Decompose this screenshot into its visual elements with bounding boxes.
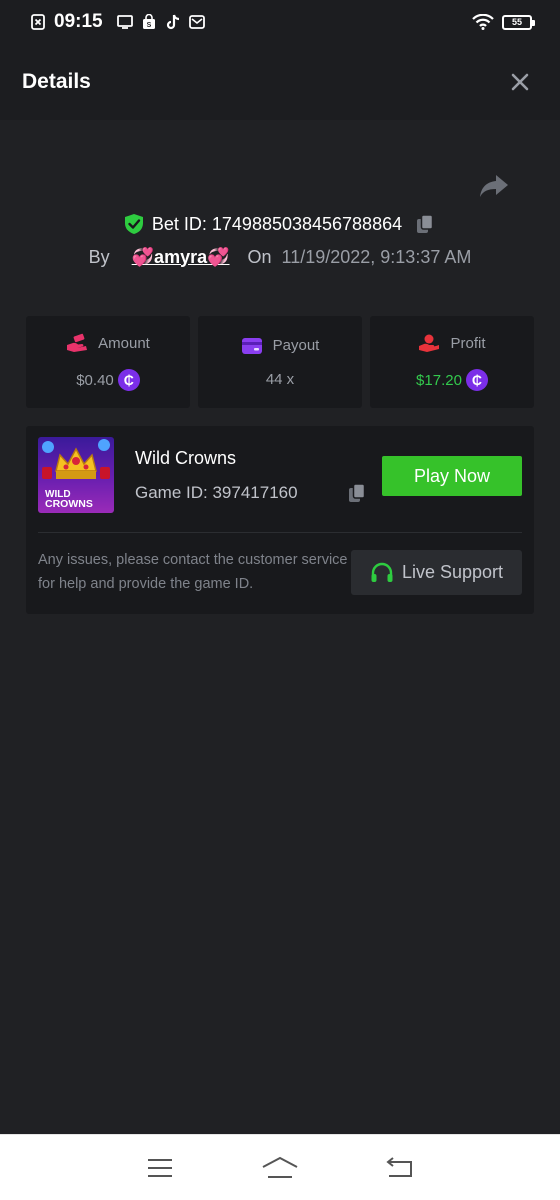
stat-payout: Payout 44 x <box>198 316 362 408</box>
stat-payout-label: Payout <box>272 337 320 354</box>
bet-author-row: By 💞amyra💞 On 11/19/2022, 9:13:37 AM <box>0 242 560 272</box>
status-time: 09:15 <box>54 11 103 32</box>
stat-profit-value: $17.20 <box>416 371 462 389</box>
by-label: By <box>88 246 110 267</box>
game-id: Game ID: 397417160 <box>135 483 298 502</box>
game-name: Wild Crowns <box>135 448 237 468</box>
menu-icon <box>148 1158 172 1177</box>
bet-id: Bet ID: 1749885038456788864 <box>151 213 403 234</box>
stat-payout-head: Payout <box>241 337 320 355</box>
close-button[interactable] <box>502 64 538 100</box>
wild-crowns-thumbnail-image: WILD CROWNS <box>38 437 114 513</box>
headset-icon <box>371 562 393 582</box>
close-box-icon <box>31 14 45 30</box>
shopping-bag-icon: S <box>142 14 155 29</box>
coin-icon: ₵ <box>117 369 140 391</box>
bet-date: 11/19/2022, 9:13:37 AM <box>281 246 472 267</box>
game-card: WILD CROWNS Wild Crowns Game ID: 3974171… <box>26 426 534 614</box>
verified-shield-icon <box>124 214 143 234</box>
close-icon <box>511 73 529 91</box>
stat-amount-value: $0.40 <box>76 371 114 389</box>
page-title: Details <box>22 70 91 93</box>
stat-payout-value-row: 44 x <box>266 371 294 388</box>
stat-amount-value-row: $0.40 ₵ <box>76 369 140 391</box>
home-icon <box>262 1156 298 1178</box>
live-support-button[interactable]: Live Support <box>351 550 522 595</box>
help-text: Any issues, please contact the customer … <box>38 552 348 592</box>
monitor-icon <box>116 15 133 29</box>
on-label: On <box>247 246 272 267</box>
thumb-title-line2: CROWNS <box>45 498 93 510</box>
coin-icon: ₵ <box>465 369 488 391</box>
amount-hand-icon <box>67 333 88 352</box>
svg-text:S: S <box>146 22 151 29</box>
divider <box>38 532 522 533</box>
back-button[interactable] <box>380 1148 420 1188</box>
details-header: Details <box>0 44 560 120</box>
mail-icon <box>188 15 205 29</box>
stat-profit: Profit $17.20 ₵ <box>370 316 534 408</box>
status-bar-left: 09:15 S <box>30 11 205 33</box>
system-nav-bar <box>0 1134 560 1200</box>
wallet-card-icon <box>241 337 262 354</box>
play-now-button[interactable]: Play Now <box>382 456 522 496</box>
back-icon <box>386 1156 412 1177</box>
stat-profit-head: Profit <box>418 333 486 353</box>
copy-icon <box>349 483 366 502</box>
stat-amount-head: Amount <box>66 333 150 353</box>
game-thumbnail[interactable]: WILD CROWNS <box>38 437 114 513</box>
copy-bet-id-button[interactable] <box>414 213 436 235</box>
tiktok-icon <box>166 14 179 30</box>
share-icon <box>480 175 508 197</box>
copy-icon <box>417 214 434 233</box>
status-bar-right: 55 <box>472 14 535 30</box>
battery-level: 55 <box>511 17 522 27</box>
menu-button[interactable] <box>140 1148 180 1188</box>
status-bar: 09:15 S 55 <box>0 0 560 44</box>
profit-hand-icon <box>419 334 440 352</box>
stat-profit-value-row: $17.20 ₵ <box>416 369 488 391</box>
battery-icon: 55 <box>502 14 535 30</box>
copy-game-id-button[interactable] <box>346 482 368 504</box>
home-button[interactable] <box>260 1148 300 1188</box>
wifi-icon <box>472 14 494 30</box>
stat-amount: Amount $0.40 ₵ <box>26 316 190 408</box>
share-button[interactable] <box>478 172 510 200</box>
bet-id-row: Bet ID: 1749885038456788864 <box>0 208 560 240</box>
stat-profit-label: Profit <box>450 334 486 352</box>
stat-payout-value: 44 x <box>265 370 295 388</box>
live-support-label: Live Support <box>401 562 504 582</box>
stat-amount-label: Amount <box>98 334 150 352</box>
bet-stats: Amount $0.40 ₵ Payout 44 x Profit $17.20… <box>26 316 534 408</box>
username-link[interactable]: 💞amyra💞 <box>132 247 230 268</box>
